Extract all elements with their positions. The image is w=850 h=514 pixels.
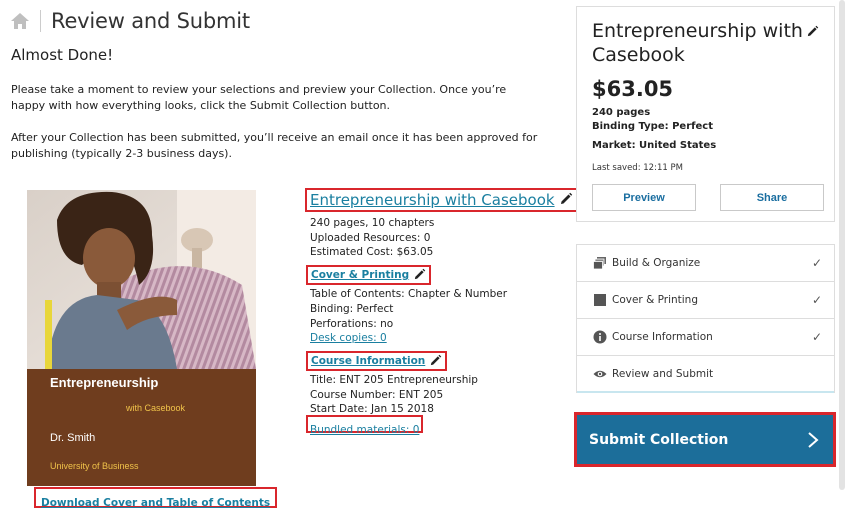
edit-pencil-icon[interactable] (413, 266, 426, 285)
summary-card: Entrepreneurship with Casebook $63.05 24… (576, 6, 835, 222)
preview-button[interactable]: Preview (592, 184, 696, 211)
step-course-information[interactable]: Course Information ✓ (577, 319, 834, 356)
info-icon (593, 330, 607, 344)
scrollbar[interactable] (839, 0, 845, 490)
detail-perforations: Perforations: no (310, 318, 394, 330)
submit-collection-label: Submit Collection (589, 431, 729, 448)
detail-start-date: Start Date: Jan 15 2018 (310, 403, 434, 415)
cover-subtitle: with Casebook (126, 403, 186, 413)
summary-market: Market: United States (592, 140, 717, 151)
step-cover-printing[interactable]: Cover & Printing ✓ (577, 282, 834, 319)
cover-author: Dr. Smith (50, 432, 96, 444)
cover-printing-box: Cover & Printing (306, 265, 432, 285)
step-label: Build & Organize (612, 257, 701, 269)
check-icon: ✓ (811, 256, 822, 270)
summary-pages: 240 pages (592, 107, 651, 118)
share-button[interactable]: Share (720, 184, 824, 211)
chevron-right-icon (807, 431, 819, 453)
detail-pages: 240 pages, 10 chapters (310, 217, 435, 229)
detail-toc: Table of Contents: Chapter & Number (310, 288, 508, 300)
bundled-materials-link[interactable]: Bundled materials: 0 (310, 424, 419, 436)
summary-price: $63.05 (592, 77, 674, 101)
detail-binding: Binding: Perfect (310, 303, 394, 315)
intro-paragraph: Please take a moment to review your sele… (11, 83, 507, 112)
step-label: Cover & Printing (612, 294, 698, 306)
desk-copies-link[interactable]: Desk copies: 0 (310, 332, 387, 344)
cover-title: Entrepreneurship (50, 375, 159, 390)
collection-title-box: Entrepreneurship with Casebook (305, 188, 578, 212)
bundled-materials-box: Bundled materials: 0 (306, 415, 424, 436)
submit-collection-button[interactable]: Submit Collection (574, 412, 836, 467)
home-icon[interactable] (10, 11, 30, 31)
detail-course-number: Course Number: ENT 205 (310, 389, 444, 401)
cover-printing-link[interactable]: Cover & Printing (311, 269, 409, 281)
cover-photo (27, 190, 256, 369)
page-title: Review and Submit (51, 9, 250, 33)
layers-icon (593, 256, 607, 270)
summary-title: Entrepreneurship with Casebook (592, 20, 803, 66)
book-cover: Entrepreneurship with Casebook Dr. Smith… (27, 190, 256, 486)
download-cover-label[interactable]: Download Cover and Table of Contents (41, 497, 270, 509)
collection-title-link[interactable]: Entrepreneurship with Casebook (310, 191, 555, 209)
course-info-link[interactable]: Course Information (311, 355, 425, 367)
edit-pencil-icon[interactable] (806, 23, 819, 42)
summary-binding: Binding Type: Perfect (592, 121, 713, 132)
detail-course-title: Title: ENT 205 Entrepreneurship (310, 374, 478, 386)
page-header: Review and Submit (10, 6, 250, 36)
course-info-box: Course Information (306, 351, 448, 371)
steps-list: Build & Organize ✓ Cover & Printing ✓ Co… (576, 244, 835, 393)
summary-last-saved: Last saved: 12:11 PM (592, 163, 683, 173)
step-label: Review and Submit (612, 367, 714, 380)
book-icon (593, 293, 607, 307)
download-cover-link[interactable]: Download Cover and Table of Contents (34, 487, 278, 509)
intro-heading: Almost Done! (11, 46, 114, 64)
detail-uploaded: Uploaded Resources: 0 (310, 232, 431, 244)
step-label: Course Information (612, 331, 713, 343)
step-review-submit[interactable]: Review and Submit (577, 356, 834, 393)
header-divider (40, 10, 41, 32)
step-build-organize[interactable]: Build & Organize ✓ (577, 245, 834, 282)
edit-pencil-icon[interactable] (559, 191, 573, 210)
eye-icon (593, 367, 607, 381)
edit-pencil-icon[interactable] (429, 352, 442, 371)
cover-school: University of Business (50, 461, 139, 471)
detail-cost: Estimated Cost: $63.05 (310, 246, 434, 258)
check-icon: ✓ (811, 330, 822, 344)
intro-paragraph: After your Collection has been submitted… (11, 131, 538, 160)
check-icon: ✓ (811, 293, 822, 307)
